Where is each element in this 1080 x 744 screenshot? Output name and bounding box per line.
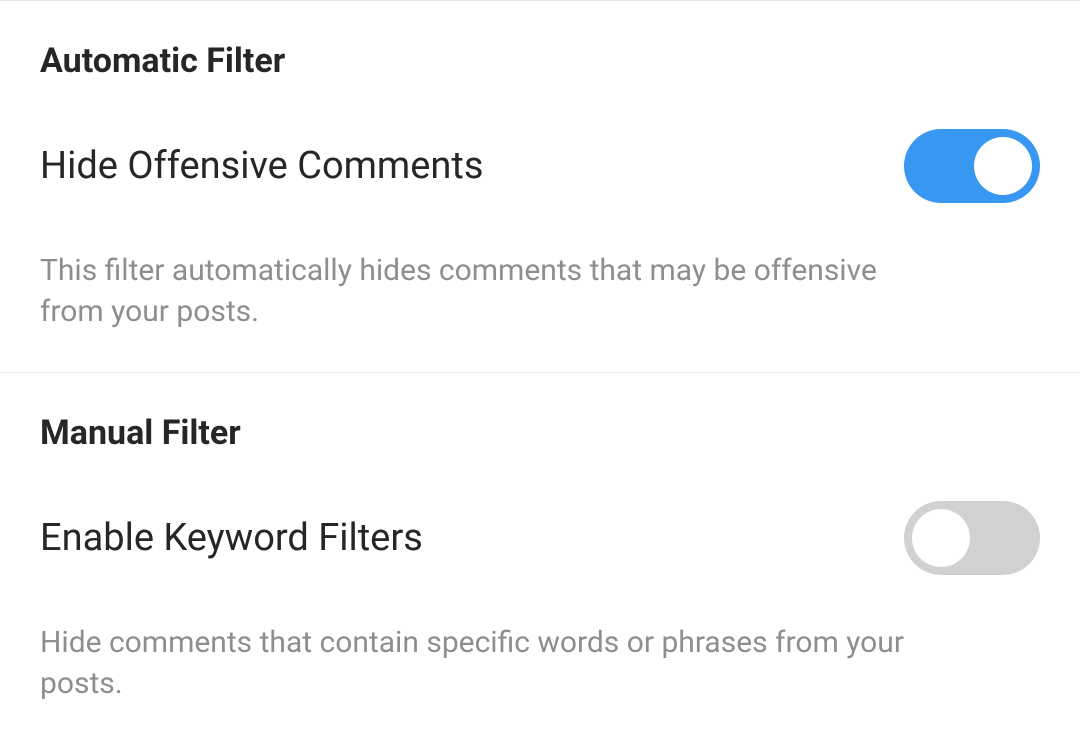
hide-offensive-comments-label: Hide Offensive Comments <box>40 144 483 188</box>
hide-offensive-comments-toggle[interactable] <box>904 129 1040 203</box>
manual-filter-title: Manual Filter <box>40 413 1040 453</box>
enable-keyword-filters-description: Hide comments that contain specific word… <box>40 623 940 704</box>
hide-offensive-comments-row: Hide Offensive Comments <box>40 129 1040 203</box>
enable-keyword-filters-toggle[interactable] <box>904 501 1040 575</box>
toggle-knob-icon <box>974 137 1032 195</box>
enable-keyword-filters-label: Enable Keyword Filters <box>40 516 423 560</box>
hide-offensive-comments-description: This filter automatically hides comments… <box>40 251 940 332</box>
enable-keyword-filters-row: Enable Keyword Filters <box>40 501 1040 575</box>
manual-filter-section: Manual Filter Enable Keyword Filters Hid… <box>0 372 1080 744</box>
toggle-knob-icon <box>912 509 970 567</box>
automatic-filter-title: Automatic Filter <box>40 41 1040 81</box>
automatic-filter-section: Automatic Filter Hide Offensive Comments… <box>0 0 1080 372</box>
